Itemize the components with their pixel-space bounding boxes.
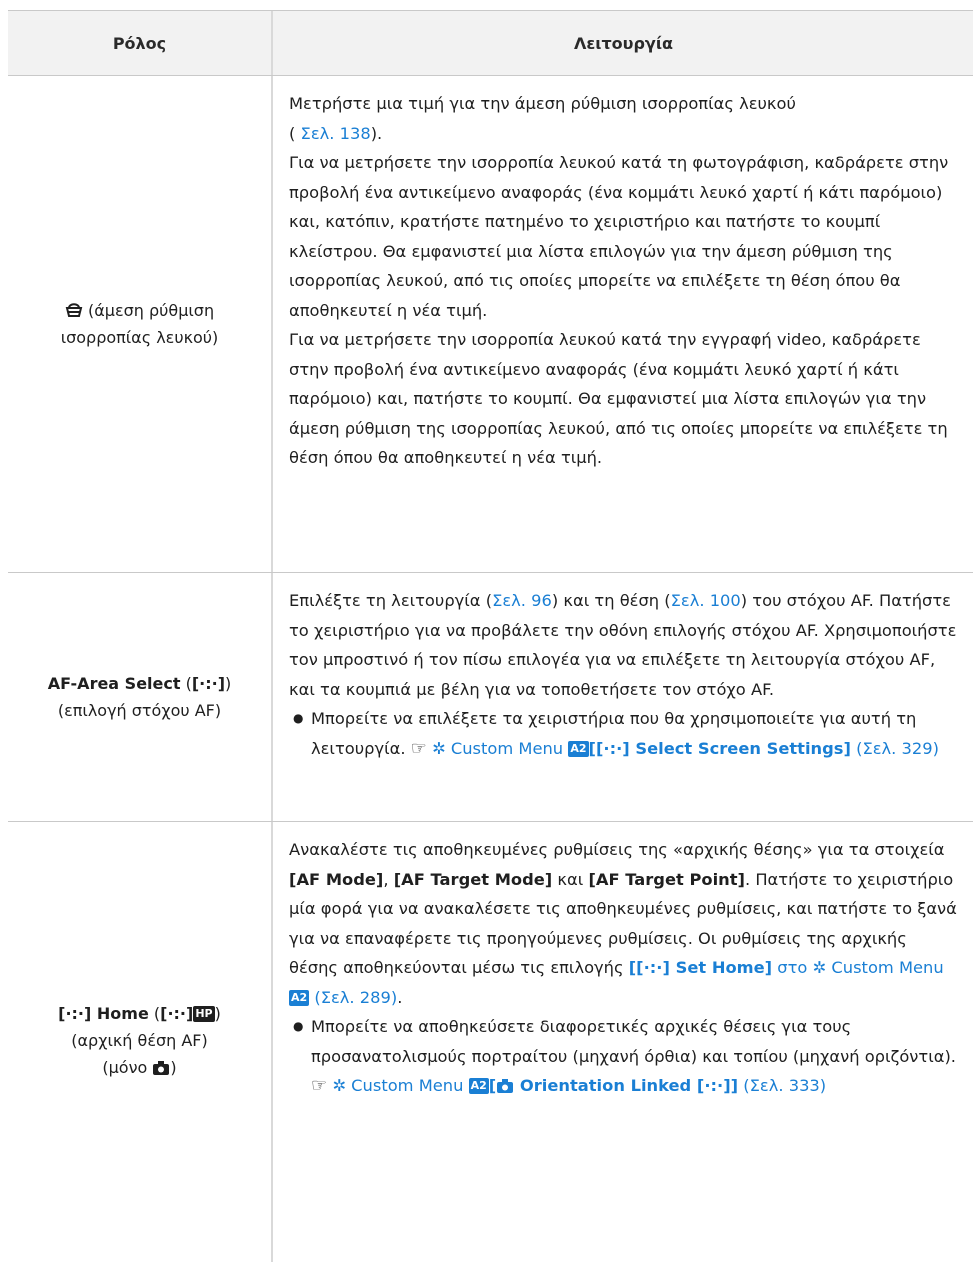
page-link[interactable]: Σελ. 100	[671, 591, 741, 610]
function-cell: Επιλέξτε τη λειτουργία (Σελ. 96) και τη …	[273, 573, 973, 821]
white-balance-icon	[65, 301, 88, 320]
page-link[interactable]: (Σελ. 289)	[314, 988, 397, 1007]
page-link[interactable]: (Σελ. 329)	[856, 739, 939, 758]
bullet-item: ● Μπορείτε να αποθηκεύσετε διαφορετικές …	[293, 1012, 960, 1104]
role-cell: (άμεση ρύθμιση ισορροπίας λευκού)	[8, 76, 273, 572]
af-target-icon: [·:·]	[191, 674, 226, 693]
role-label: AF-Area Select ([·:·])	[47, 674, 232, 693]
page-link[interactable]: Σελ. 96	[492, 591, 552, 610]
bullet-icon: ●	[293, 711, 304, 725]
function-cell: Ανακαλέστε τις αποθηκευμένες ρυθμίσεις τ…	[273, 822, 973, 1262]
para: Ανακαλέστε τις αποθηκευμένες ρυθμίσεις τ…	[289, 840, 957, 1007]
menu-tab-badge: A2	[568, 740, 589, 757]
menu-tab-badge: A2	[468, 1078, 489, 1094]
table-header: Ρόλος Λειτουργία	[8, 11, 973, 76]
bullet-icon: ●	[293, 1019, 304, 1033]
role-label: [·:·] Home ([·:·] HP)	[58, 1004, 221, 1023]
role-cell: [·:·] Home ([·:·] HP) (αρχική θέση AF) (μ…	[8, 822, 273, 1262]
page-link[interactable]: Σελ. 138	[301, 124, 371, 143]
menu-item-link[interactable]: [[·:·] Select Screen Settings]	[589, 739, 851, 758]
page-link[interactable]: (Σελ. 333)	[743, 1076, 826, 1095]
gear-icon: ✲	[432, 738, 446, 758]
para: Επιλέξτε τη λειτουργία (Σελ. 96) και τη …	[289, 591, 957, 699]
home-position-badge: HP	[193, 1006, 215, 1022]
camera-icon	[496, 1074, 514, 1104]
reference-hand-icon: ☞	[410, 737, 427, 759]
menu-item-link[interactable]: Orientation Linked [·:·]]	[514, 1076, 738, 1095]
header-function: Λειτουργία	[573, 33, 674, 53]
menu-link[interactable]: Custom Menu	[451, 739, 563, 758]
para: Για να μετρήσετε την ισορροπία λευκού κα…	[289, 153, 949, 320]
af-target-icon: [·:·]	[58, 1004, 92, 1023]
menu-tab-badge: A2	[289, 989, 310, 1006]
role-cell: AF-Area Select ([·:·]) (επιλογή στόχου A…	[8, 573, 273, 821]
camera-icon	[152, 1057, 170, 1084]
reference-hand-icon: ☞	[311, 1075, 328, 1096]
bullet-item: ● Μπορείτε να επιλέξετε τα χειριστήρια π…	[293, 704, 960, 763]
para: Μετρήστε μια τιμή για την άμεση ρύθμιση …	[289, 94, 796, 143]
menu-link[interactable]: Custom Menu	[351, 1076, 463, 1095]
menu-link[interactable]: Custom Menu	[831, 958, 943, 977]
function-cell: Μετρήστε μια τιμή για την άμεση ρύθμιση …	[273, 76, 973, 572]
table-row: AF-Area Select ([·:·]) (επιλογή στόχου A…	[8, 573, 973, 822]
gear-icon: ✲	[332, 1076, 346, 1095]
menu-item-link[interactable]: [[·:·] Set Home]	[629, 958, 772, 977]
table-row: (άμεση ρύθμιση ισορροπίας λευκού) Μετρήσ…	[8, 76, 973, 573]
gear-icon: ✲	[812, 958, 827, 977]
role-label: (άμεση ρύθμιση	[65, 297, 214, 324]
table-row: [·:·] Home ([·:·] HP) (αρχική θέση AF) (μ…	[8, 822, 973, 1262]
function-table: Ρόλος Λειτουργία (άμεση ρύθμιση ισορροπί…	[8, 10, 973, 1262]
para: Για να μετρήσετε την ισορροπία λευκού κα…	[289, 330, 948, 467]
header-role: Ρόλος	[8, 11, 273, 75]
